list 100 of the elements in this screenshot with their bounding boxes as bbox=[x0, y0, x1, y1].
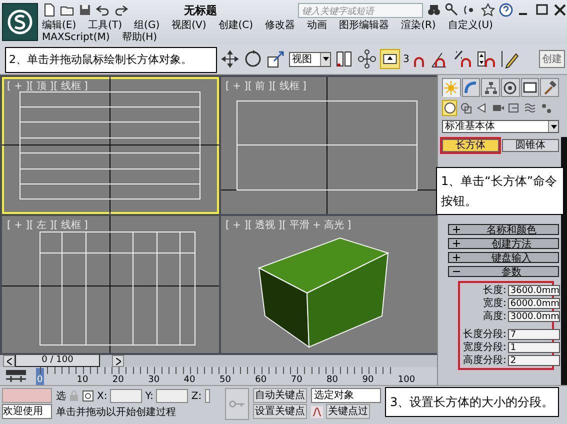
object-type-button[interactable]: 圆锥体 bbox=[502, 139, 559, 152]
selection-label: 选 bbox=[56, 390, 66, 403]
binoculars-icon[interactable] bbox=[427, 3, 441, 17]
y-label: Y: bbox=[145, 390, 154, 402]
hammer-icon bbox=[542, 80, 557, 94]
time-slider[interactable]: 0 / 100 bbox=[15, 355, 100, 367]
previous-frame-button[interactable] bbox=[3, 355, 15, 367]
menu-item[interactable]: 渲染(R) bbox=[401, 20, 436, 32]
menu-item[interactable]: 图形编辑器 bbox=[339, 20, 390, 32]
tape-icon bbox=[508, 102, 520, 114]
menu-item[interactable]: 创建(C) bbox=[218, 20, 254, 32]
menu-item[interactable]: 视图(V) bbox=[172, 20, 206, 32]
y-coordinate-field[interactable] bbox=[156, 389, 188, 403]
scroll-bar[interactable] bbox=[561, 137, 567, 387]
instruction-callout: 2、单击并拖动鼠标绘制长方体对象。 bbox=[5, 47, 217, 73]
instruction-callout: 3、设置长方体的大小的分段。 bbox=[385, 387, 559, 417]
parameter-field[interactable]: 6000.0mm bbox=[508, 298, 560, 309]
key-filters-button[interactable]: 关键点过 bbox=[326, 404, 370, 419]
parameter-label: 长度分段: bbox=[463, 329, 506, 340]
sphere-icon bbox=[444, 102, 456, 114]
menu-item[interactable]: MAXScript(M) bbox=[42, 32, 110, 44]
new-file-icon[interactable] bbox=[42, 3, 56, 17]
rollout-header[interactable]: 名称和颜色 bbox=[448, 224, 559, 235]
crosshair-icon[interactable] bbox=[82, 390, 94, 402]
spinner-snap-icon[interactable] bbox=[476, 49, 496, 69]
spotlight-icon bbox=[476, 102, 488, 114]
parameter-label: 宽度分段: bbox=[463, 342, 506, 353]
set-key-mode-button[interactable]: 设置关键点 bbox=[253, 404, 307, 419]
gears-icon bbox=[540, 102, 552, 114]
hierarchy-icon[interactable] bbox=[357, 49, 377, 69]
maximize-icon[interactable] bbox=[535, 3, 549, 17]
frame-number: 0 bbox=[36, 368, 44, 385]
frame-number: 50 bbox=[219, 374, 232, 385]
caret-icon[interactable] bbox=[322, 57, 328, 61]
parameter-field[interactable]: 3000.0mm bbox=[508, 311, 560, 322]
rollout-header[interactable]: 键盘输入 bbox=[448, 252, 559, 263]
sun-icon bbox=[444, 80, 458, 94]
frame-number: 20 bbox=[112, 374, 125, 385]
waves-icon bbox=[524, 102, 536, 114]
app-logo[interactable] bbox=[2, 3, 38, 41]
selection-dropdown[interactable]: 选定对象 bbox=[311, 388, 381, 403]
category-button[interactable] bbox=[442, 100, 457, 116]
parameter-field[interactable]: 7 bbox=[508, 329, 560, 340]
instruction-callout: 1、单击“长方体”命令按钮。 bbox=[436, 167, 564, 215]
object-type-button[interactable]: 长方体 bbox=[442, 139, 499, 152]
camera-icon bbox=[492, 102, 504, 114]
frame-number: 80 bbox=[326, 374, 339, 385]
category-button[interactable] bbox=[458, 100, 473, 116]
x-coordinate-field[interactable] bbox=[110, 389, 142, 403]
redo-icon[interactable] bbox=[114, 3, 128, 17]
view-dropdown[interactable]: 视图 bbox=[289, 52, 331, 66]
frame-number: 10 bbox=[76, 374, 90, 385]
z-coordinate-field[interactable] bbox=[204, 389, 210, 403]
panel-tab[interactable] bbox=[501, 78, 520, 97]
hierarchy-icon bbox=[484, 80, 498, 94]
caret-icon[interactable] bbox=[550, 124, 556, 128]
menu-item[interactable]: 工具(T) bbox=[88, 20, 122, 32]
category-dropdown[interactable]: 标准基本体 bbox=[442, 120, 559, 133]
menu-item[interactable]: 组(G) bbox=[134, 20, 160, 32]
parameter-field[interactable]: 2 bbox=[508, 355, 560, 366]
frame-number: 60 bbox=[255, 374, 268, 385]
parameter-field[interactable]: 1 bbox=[508, 342, 560, 353]
panel-tab[interactable] bbox=[520, 78, 540, 97]
frame-number: 30 bbox=[148, 374, 161, 385]
box-model[interactable] bbox=[257, 237, 389, 348]
undo-icon[interactable] bbox=[96, 3, 110, 17]
panel-tab[interactable] bbox=[481, 78, 500, 97]
auto-key-button[interactable]: 自动关键点 bbox=[253, 388, 307, 403]
menu-item[interactable]: 动画 bbox=[307, 20, 328, 32]
menu-item[interactable]: 修改器 bbox=[265, 20, 296, 32]
rollout-header[interactable]: 创建方法 bbox=[448, 238, 559, 249]
next-frame-button[interactable] bbox=[112, 355, 124, 367]
selection-set-field[interactable]: 创建 bbox=[539, 50, 565, 68]
close-icon[interactable] bbox=[553, 3, 567, 17]
menu-item[interactable]: 帮助(H) bbox=[122, 32, 158, 44]
rotate-icon[interactable] bbox=[243, 49, 263, 69]
parameter-field[interactable]: 3600.0mm bbox=[508, 285, 560, 296]
frame-number: 40 bbox=[184, 374, 196, 385]
edit-pencil-icon[interactable] bbox=[499, 49, 520, 69]
save-icon[interactable] bbox=[78, 3, 92, 17]
mirror-icon[interactable] bbox=[334, 49, 354, 69]
scale-icon[interactable] bbox=[266, 49, 286, 69]
curve-editor-icon[interactable] bbox=[5, 369, 27, 383]
help-icon[interactable] bbox=[499, 3, 513, 17]
rollout-header[interactable]: 参数 bbox=[448, 266, 559, 277]
star-icon[interactable] bbox=[481, 3, 495, 17]
script-listener-field[interactable]: 欢迎使用 bbox=[2, 404, 52, 419]
wheel-icon bbox=[503, 80, 518, 94]
menu-item[interactable]: 自定义(U) bbox=[448, 20, 493, 32]
z-label: Z: bbox=[191, 390, 202, 402]
move-icon[interactable] bbox=[220, 49, 240, 69]
snap-dimension-label: 3 bbox=[403, 54, 410, 64]
frame-number: 70 bbox=[290, 374, 304, 385]
upload-icon[interactable] bbox=[380, 49, 400, 69]
panel-tab[interactable] bbox=[540, 78, 560, 97]
percent-snap-icon[interactable] bbox=[453, 49, 474, 69]
key-filter-icon[interactable] bbox=[311, 406, 323, 418]
menu-item[interactable]: 编辑(E) bbox=[42, 20, 76, 32]
frame-number: 100 bbox=[398, 374, 416, 385]
parameter-label: 高度分段: bbox=[463, 355, 506, 366]
